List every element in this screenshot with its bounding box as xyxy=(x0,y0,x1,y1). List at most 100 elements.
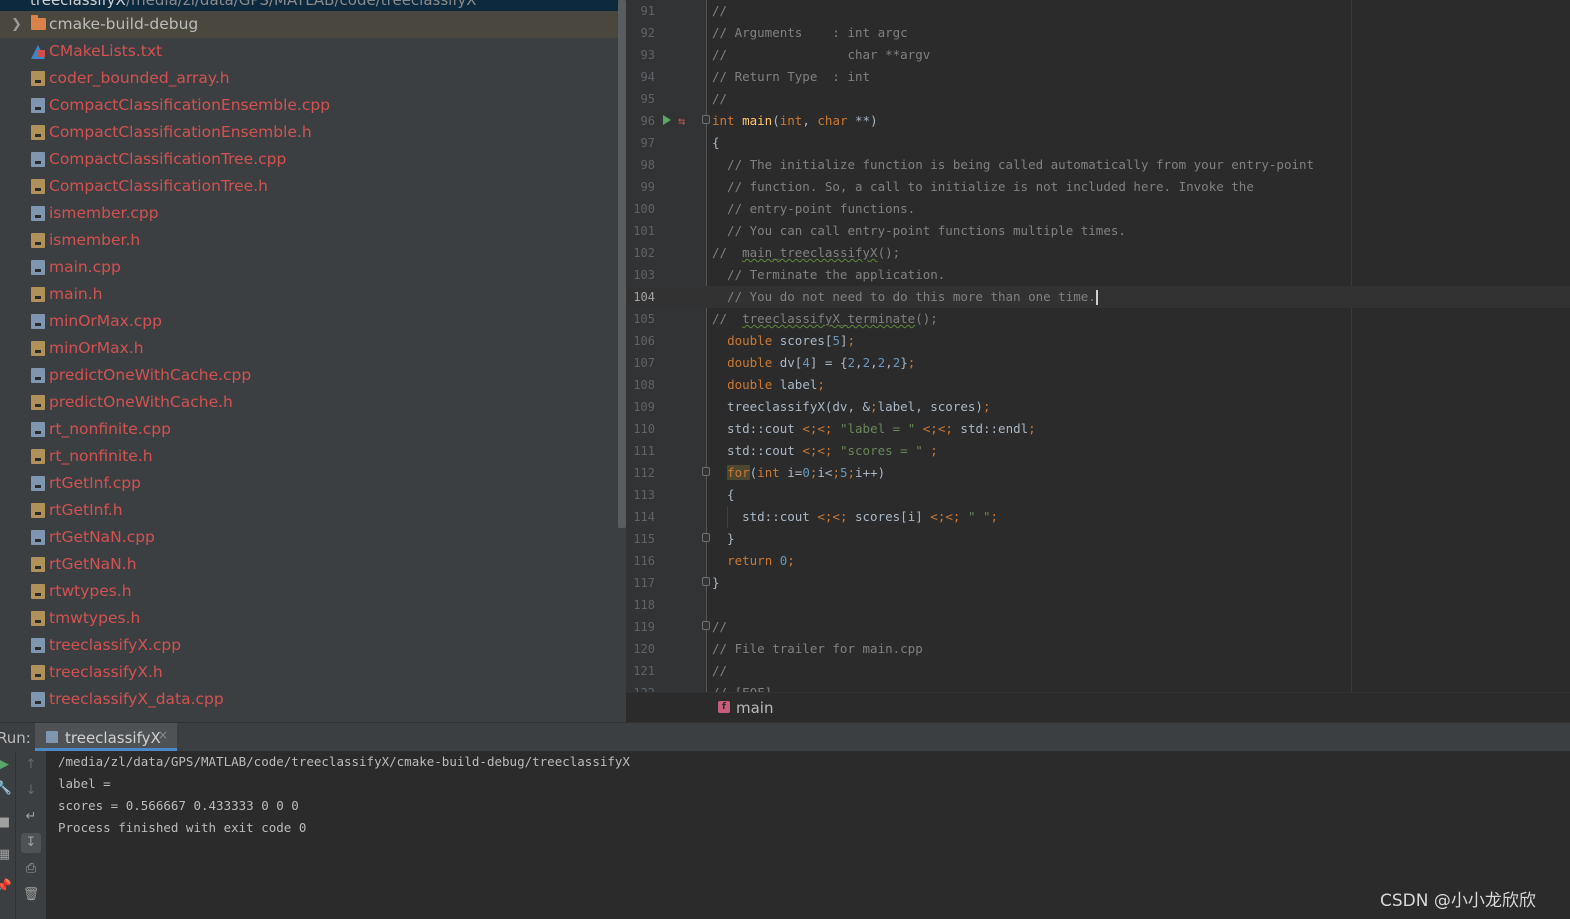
down-arrow-icon[interactable]: ↓ xyxy=(21,781,41,801)
code-line[interactable]: 109 treeclassifyX(dv, &;label, scores); xyxy=(626,396,1570,418)
fold-marker-icon[interactable] xyxy=(702,533,710,542)
navigate-related-icon[interactable]: ⇆ xyxy=(678,110,685,132)
code-text: std::cout <;<; "label = " <;<; std::endl… xyxy=(712,421,1036,436)
trash-icon[interactable]: 🗑 xyxy=(21,885,41,905)
tree-file-item[interactable]: rtGetNaN.h xyxy=(0,551,618,578)
code-line[interactable]: 121 // xyxy=(626,660,1570,682)
soft-wrap-icon[interactable]: ↵ xyxy=(21,807,41,827)
code-line[interactable]: 112 for(int i=0;i<;5;i++) xyxy=(626,462,1570,484)
tree-file-item[interactable]: minOrMax.h xyxy=(0,335,618,362)
tree-file-item[interactable]: rt_nonfinite.cpp xyxy=(0,416,618,443)
tree-file-item[interactable]: CompactClassificationTree.cpp xyxy=(0,146,618,173)
tree-file-item[interactable]: minOrMax.cpp xyxy=(0,308,618,335)
code-line[interactable]: 101 // You can call entry-point function… xyxy=(626,220,1570,242)
wrench-icon[interactable]: 🔧 xyxy=(0,779,14,799)
tree-file-item[interactable]: ismember.cpp xyxy=(0,200,618,227)
code-line[interactable]: 98 // The initialize function is being c… xyxy=(626,154,1570,176)
chevron-right-icon[interactable]: ❯ xyxy=(11,11,22,38)
code-line[interactable]: 96 int main(int, char **) ⇆ xyxy=(626,110,1570,132)
tab-run-treeclassifyx[interactable]: treeclassifyX × xyxy=(35,723,177,751)
code-line[interactable]: 106 double scores[5]; xyxy=(626,330,1570,352)
up-arrow-icon[interactable]: ↑ xyxy=(21,755,41,775)
code-text: std::cout <;<; "scores = " ; xyxy=(712,443,938,458)
tree-file-item[interactable]: CMakeLists.txt xyxy=(0,38,618,65)
code-line[interactable]: 120 // File trailer for main.cpp xyxy=(626,638,1570,660)
run-icon[interactable]: ▶ xyxy=(0,755,14,775)
tree-file-item[interactable]: rtGetInf.h xyxy=(0,497,618,524)
fold-marker-icon[interactable] xyxy=(702,577,710,586)
tree-file-item[interactable]: main.cpp xyxy=(0,254,618,281)
cpp-file-icon xyxy=(31,368,45,383)
tree-file-label: CompactClassificationEnsemble.h xyxy=(49,123,312,141)
breadcrumb-item-main[interactable]: main xyxy=(736,699,773,717)
code-line[interactable]: 114 std::cout <;<; scores[i] <;<; " "; xyxy=(626,506,1570,528)
run-gutter-icon[interactable] xyxy=(663,115,671,125)
code-line[interactable]: 91 // xyxy=(626,0,1570,22)
close-icon[interactable]: × xyxy=(158,728,168,742)
fold-marker-icon[interactable] xyxy=(702,621,710,630)
tree-file-item[interactable]: treeclassifyX.cpp xyxy=(0,632,618,659)
fold-marker-icon[interactable] xyxy=(702,115,710,124)
function-icon: f xyxy=(718,701,730,713)
tree-file-item[interactable]: rt_nonfinite.h xyxy=(0,443,618,470)
code-text: } xyxy=(712,575,720,590)
tree-scrollbar[interactable] xyxy=(618,0,626,528)
code-line[interactable]: 103 // Terminate the application. xyxy=(626,264,1570,286)
tree-file-item[interactable]: treeclassifyX.h xyxy=(0,659,618,686)
tree-file-item[interactable]: treeclassifyX_data.cpp xyxy=(0,686,618,713)
toolbar-divider xyxy=(15,751,16,919)
code-line[interactable]: 105 // treeclassifyX_terminate(); xyxy=(626,308,1570,330)
line-number: 95 xyxy=(640,92,655,106)
tree-file-item[interactable]: rtGetInf.cpp xyxy=(0,470,618,497)
tree-file-label: treeclassifyX_data.cpp xyxy=(49,690,224,708)
tree-folder-cmake-build-debug[interactable]: ❯ cmake-build-debug xyxy=(0,11,618,38)
tree-file-item[interactable]: coder_bounded_array.h xyxy=(0,65,618,92)
code-line[interactable]: 113 { xyxy=(626,484,1570,506)
tree-file-label: CMakeLists.txt xyxy=(49,42,163,60)
tree-file-item[interactable]: rtwtypes.h xyxy=(0,578,618,605)
code-line[interactable]: 97 { xyxy=(626,132,1570,154)
code-line[interactable]: 95 // xyxy=(626,88,1570,110)
code-line[interactable]: 108 double label; xyxy=(626,374,1570,396)
tree-file-item[interactable]: main.h xyxy=(0,281,618,308)
tree-file-item[interactable]: ismember.h xyxy=(0,227,618,254)
code-line[interactable]: 92 // Arguments : int argc xyxy=(626,22,1570,44)
code-line[interactable]: 110 std::cout <;<; "label = " <;<; std::… xyxy=(626,418,1570,440)
code-line[interactable]: 104 // You do not need to do this more t… xyxy=(626,286,1570,308)
code-line[interactable]: 119 // xyxy=(626,616,1570,638)
scroll-to-end-icon[interactable]: ↧ xyxy=(21,833,41,853)
code-line[interactable]: 94 // Return Type : int xyxy=(626,66,1570,88)
cpp-file-icon xyxy=(31,206,45,221)
tree-file-item[interactable]: predictOneWithCache.h xyxy=(0,389,618,416)
tree-file-item[interactable]: CompactClassificationTree.h xyxy=(0,173,618,200)
line-number: 91 xyxy=(640,4,655,18)
code-line[interactable]: 102 // main_treeclassifyX(); xyxy=(626,242,1570,264)
code-line[interactable]: 115 } xyxy=(626,528,1570,550)
run-console[interactable]: /media/zl/data/GPS/MATLAB/code/treeclass… xyxy=(46,751,1570,919)
tree-file-item[interactable]: CompactClassificationEnsemble.cpp xyxy=(0,92,618,119)
code-line[interactable]: 93 // char **argv xyxy=(626,44,1570,66)
tree-file-item[interactable]: CompactClassificationEnsemble.h xyxy=(0,119,618,146)
tree-file-item[interactable]: rtGetNaN.cpp xyxy=(0,524,618,551)
line-number: 118 xyxy=(633,598,655,612)
code-line[interactable]: 99 // function. So, a call to initialize… xyxy=(626,176,1570,198)
code-line[interactable]: 116 return 0; xyxy=(626,550,1570,572)
cpp-file-icon xyxy=(31,638,45,653)
header-file-icon xyxy=(31,179,45,194)
code-line[interactable]: 117} xyxy=(626,572,1570,594)
tree-file-item[interactable]: predictOneWithCache.cpp xyxy=(0,362,618,389)
code-line[interactable]: 100 // entry-point functions. xyxy=(626,198,1570,220)
code-line[interactable]: 118 xyxy=(626,594,1570,616)
print-icon[interactable]: ⎙ xyxy=(21,859,41,879)
tree-file-item[interactable]: tmwtypes.h xyxy=(0,605,618,632)
code-editor[interactable]: 91 // 92 // Arguments : int argc 93 // char *… xyxy=(626,0,1570,692)
pin-icon[interactable]: 📌 xyxy=(0,877,14,897)
code-line[interactable]: 122 // [EOF] xyxy=(626,682,1570,692)
tree-root-row[interactable]: treeclassifyX /media/zl/data/GPS/MATLAB/… xyxy=(0,0,618,11)
code-line[interactable]: 111 std::cout <;<; "scores = " ; xyxy=(626,440,1570,462)
fold-marker-icon[interactable] xyxy=(702,467,710,476)
code-line[interactable]: 107 double dv[4] = {2,2,2,2}; xyxy=(626,352,1570,374)
cpp-file-icon xyxy=(31,476,45,491)
layout-icon[interactable]: ▦ xyxy=(0,845,14,865)
stop-icon[interactable]: ■ xyxy=(0,813,14,833)
